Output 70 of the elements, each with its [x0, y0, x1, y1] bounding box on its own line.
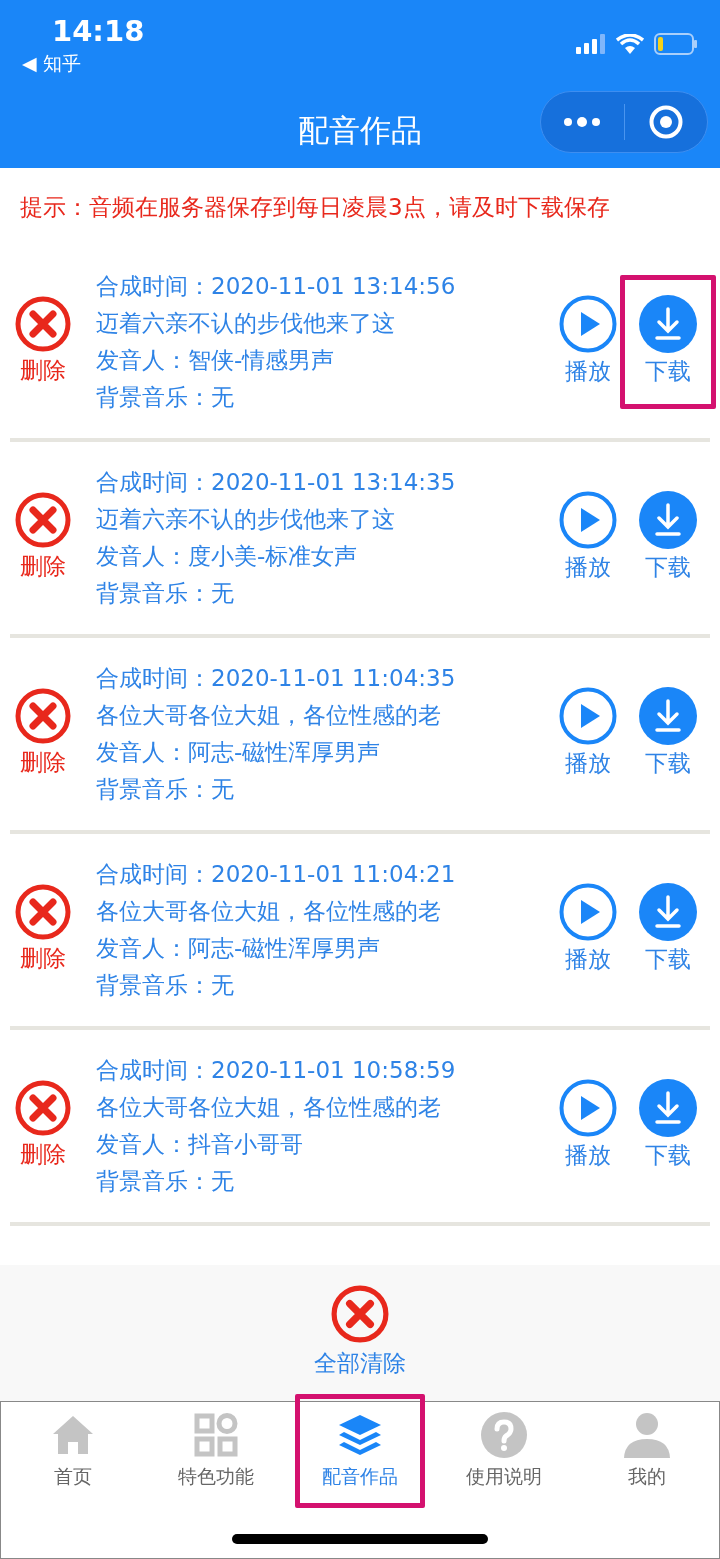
page-title: 配音作品 — [298, 114, 422, 146]
delete-icon — [15, 688, 71, 744]
play-button[interactable]: 播放 — [556, 491, 620, 585]
script-text: 各位大哥各位大姐，各位性感的老 — [96, 1093, 442, 1122]
tab-item[interactable]: 配音作品 — [295, 1394, 425, 1508]
download-button[interactable]: 下载 — [620, 667, 716, 801]
voice-name: 发音人：智侠-情感男声 — [96, 346, 336, 375]
synthesis-time: 合成时间：2020-11-01 13:14:56 — [96, 272, 457, 301]
delete-icon — [15, 492, 71, 548]
clear-icon — [331, 1285, 389, 1343]
close-target-icon[interactable] — [648, 105, 683, 139]
tab-item[interactable]: 特色功能 — [151, 1394, 282, 1508]
play-icon — [559, 1079, 617, 1137]
voice-name: 发音人：度小美-标准女声 — [96, 542, 359, 571]
download-icon — [639, 883, 697, 941]
voice-name: 发音人：阿志-磁性浑厚男声 — [96, 738, 382, 767]
delete-button[interactable]: 删除 — [10, 296, 76, 388]
delete-button[interactable]: 删除 — [10, 492, 76, 584]
delete-button[interactable]: 删除 — [10, 1080, 76, 1172]
synthesis-time: 合成时间：2020-11-01 11:04:21 — [96, 860, 457, 889]
voice-name: 发音人：阿志-磁性浑厚男声 — [96, 934, 382, 963]
play-button[interactable]: 播放 — [556, 1079, 620, 1173]
tab-item[interactable]: 我的 — [582, 1394, 713, 1508]
clear-all-button[interactable]: 全部清除 — [314, 1285, 406, 1383]
layers-icon — [337, 1413, 383, 1457]
download-button[interactable]: 下载 — [620, 471, 716, 605]
background-music: 背景音乐：无 — [96, 775, 235, 804]
script-text: 迈着六亲不认的步伐他来了这 — [96, 309, 396, 338]
script-text: 各位大哥各位大姐，各位性感的老 — [96, 701, 442, 730]
background-music: 背景音乐：无 — [96, 383, 235, 412]
synthesis-time: 合成时间：2020-11-01 10:58:59 — [96, 1056, 457, 1085]
delete-icon — [15, 296, 71, 352]
background-music: 背景音乐：无 — [96, 1167, 235, 1196]
tab-item[interactable]: 使用说明 — [438, 1394, 569, 1508]
status-time: 14:18 — [52, 14, 145, 48]
download-icon — [639, 491, 697, 549]
background-music: 背景音乐：无 — [96, 971, 235, 1000]
script-text: 迈着六亲不认的步伐他来了这 — [96, 505, 396, 534]
person-icon — [623, 1411, 672, 1459]
wifi-icon — [616, 34, 644, 54]
play-button[interactable]: 播放 — [556, 295, 620, 389]
signal-icon — [576, 34, 606, 54]
download-icon — [639, 1079, 697, 1137]
play-icon — [559, 687, 617, 745]
synthesis-time: 合成时间：2020-11-01 11:04:35 — [96, 664, 457, 693]
download-icon — [639, 295, 697, 353]
script-text: 各位大哥各位大姐，各位性感的老 — [96, 897, 442, 926]
play-icon — [559, 883, 617, 941]
download-button[interactable]: 下载 — [620, 275, 716, 409]
download-button[interactable]: 下载 — [620, 863, 716, 997]
grid-icon — [194, 1413, 239, 1457]
background-music: 背景音乐：无 — [96, 579, 235, 608]
help-icon — [479, 1411, 528, 1459]
voice-name: 发音人：抖音小哥哥 — [96, 1130, 304, 1159]
delete-icon — [15, 1080, 71, 1136]
download-icon — [639, 687, 697, 745]
play-button[interactable]: 播放 — [556, 687, 620, 781]
synthesis-time: 合成时间：2020-11-01 13:14:35 — [96, 468, 457, 497]
delete-button[interactable]: 删除 — [10, 884, 76, 976]
play-icon — [559, 295, 617, 353]
delete-icon — [15, 884, 71, 940]
delete-button[interactable]: 删除 — [10, 688, 76, 780]
play-button[interactable]: 播放 — [556, 883, 620, 977]
tab-item[interactable]: 首页 — [7, 1394, 138, 1508]
back-to-app-link[interactable]: ◀ 知乎 — [22, 48, 81, 78]
more-icon[interactable] — [563, 117, 602, 127]
notice-text: 提示：音频在服务器保存到每日凌晨3点，请及时下载保存 — [20, 195, 610, 219]
battery-icon — [654, 33, 698, 55]
download-button[interactable]: 下载 — [620, 1059, 716, 1193]
play-icon — [559, 491, 617, 549]
